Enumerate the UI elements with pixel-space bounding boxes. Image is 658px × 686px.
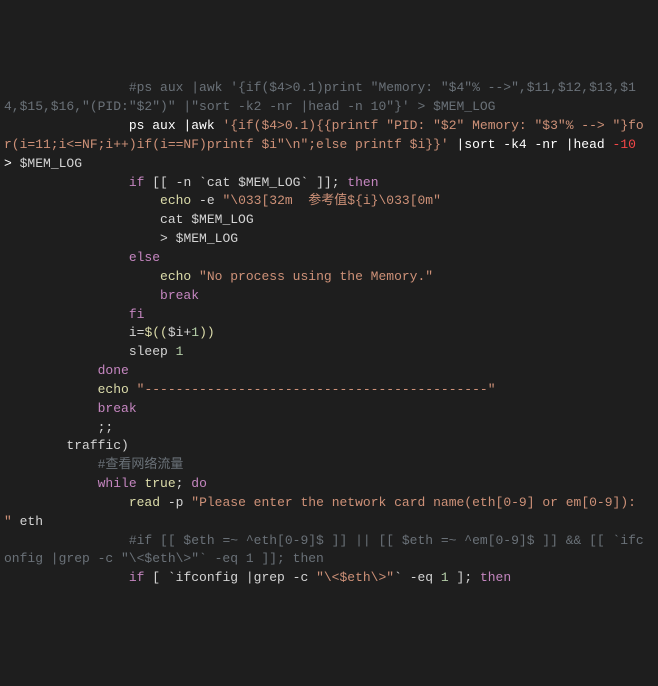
code-line: if [[ -n `cat $MEM_LOG` ]]; then: [4, 174, 646, 193]
code-line: break: [4, 400, 646, 419]
code-line: #查看网络流量: [4, 456, 646, 475]
code-line: #ps aux |awk '{if($4>0.1)print "Memory: …: [4, 79, 646, 117]
code-line: traffic): [4, 437, 646, 456]
code-line: > $MEM_LOG: [4, 230, 646, 249]
code-line: i=$(($i+1)): [4, 324, 646, 343]
code-line: sleep 1: [4, 343, 646, 362]
code-line: echo "No process using the Memory.": [4, 268, 646, 287]
code-line: echo -e "\033[32m 参考值${i}\033[0m": [4, 192, 646, 211]
code-line: done: [4, 362, 646, 381]
code-line: if [ `ifconfig |grep -c "\<$eth\>"` -eq …: [4, 569, 646, 588]
code-line: break: [4, 287, 646, 306]
code-line: echo "----------------------------------…: [4, 381, 646, 400]
code-line: #if [[ $eth =~ ^eth[0-9]$ ]] || [[ $eth …: [4, 532, 646, 570]
code-line: fi: [4, 306, 646, 325]
code-line: read -p "Please enter the network card n…: [4, 494, 646, 532]
comment: #查看网络流量: [98, 457, 184, 472]
code-editor: #ps aux |awk '{if($4>0.1)print "Memory: …: [4, 79, 646, 588]
code-line: cat $MEM_LOG: [4, 211, 646, 230]
code-line: ps aux |awk '{if($4>0.1){{printf "PID: "…: [4, 117, 646, 174]
code-line: ;;: [4, 419, 646, 438]
code-line: while true; do: [4, 475, 646, 494]
code-line: else: [4, 249, 646, 268]
